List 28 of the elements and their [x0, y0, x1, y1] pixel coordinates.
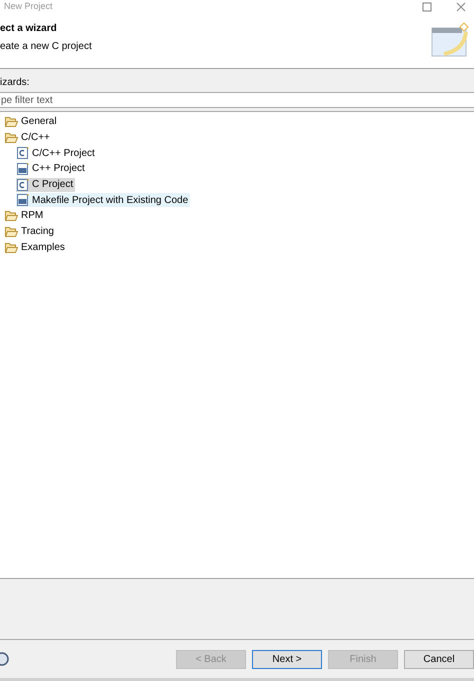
c-file-icon [17, 178, 29, 191]
maximize-icon[interactable] [422, 2, 432, 12]
folder-icon [5, 210, 18, 222]
tree-item[interactable]: C/C++ Project [16, 146, 97, 160]
tree-item[interactable]: Tracing [4, 225, 56, 238]
tree-item[interactable]: General [4, 115, 59, 128]
tree-item[interactable]: Makefile Project with Existing Code [16, 193, 190, 208]
dialog-button[interactable]: Cancel [404, 650, 474, 668]
tree-item[interactable]: C Project [16, 178, 76, 192]
tree-item[interactable]: C++ Project [16, 162, 87, 176]
folder-icon [5, 242, 18, 253]
cpp-file-icon [17, 162, 29, 175]
tree-item[interactable]: Examples [4, 240, 67, 254]
c-file-icon [17, 147, 29, 160]
folder-icon [5, 226, 18, 238]
window-title: New Project [4, 1, 53, 12]
tree-item[interactable]: RPM [4, 209, 46, 222]
filter-field[interactable]: pe filter text [0, 92, 474, 108]
dialog-button[interactable]: Next > [252, 650, 322, 668]
wizard-title: ect a wizard [0, 22, 58, 34]
wizards-label: izards: [0, 76, 30, 90]
folder-icon [5, 132, 18, 144]
wizard-description: eate a new C project [0, 40, 92, 52]
tree-item[interactable]: C/C++ [4, 131, 52, 144]
folder-icon [5, 116, 18, 128]
cpp-file-icon [17, 194, 29, 206]
wizard-banner-icon [430, 22, 470, 58]
close-icon[interactable] [456, 2, 466, 12]
